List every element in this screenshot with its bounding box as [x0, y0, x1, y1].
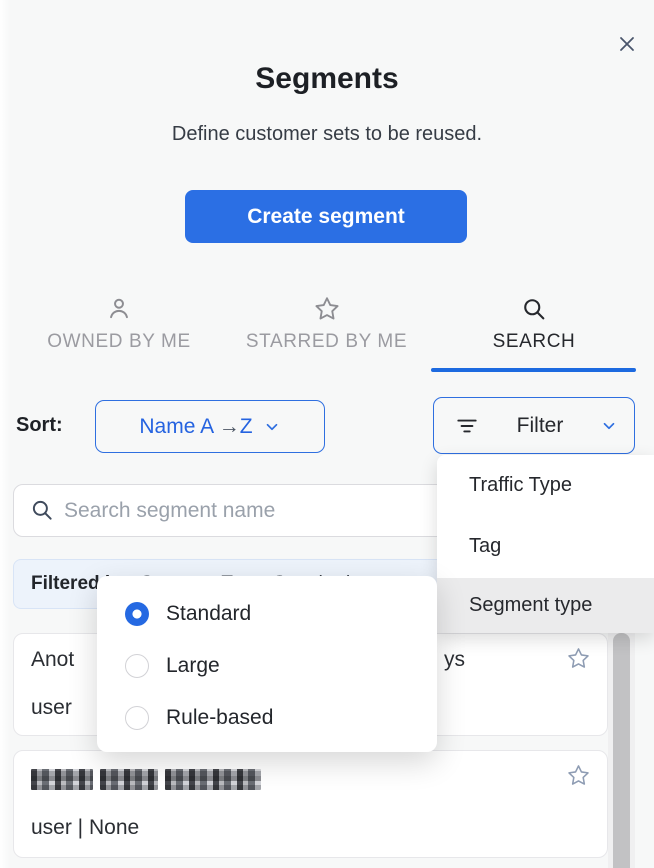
radio-option-standard[interactable]: Standard [97, 588, 437, 640]
active-tab-underline [431, 368, 636, 372]
tab-search[interactable]: SEARCH [433, 295, 635, 365]
person-icon [105, 295, 133, 323]
segment-title-fragment: ys [444, 648, 465, 672]
filter-lines-icon [454, 413, 480, 439]
segment-title-fragment: Anot [31, 648, 74, 672]
chevron-down-icon [600, 417, 618, 435]
menu-item-traffic-type[interactable]: Traffic Type [437, 455, 654, 515]
scrollbar-thumb[interactable] [613, 633, 630, 868]
radio-option-rule-based[interactable]: Rule-based [97, 692, 437, 744]
segment-subtitle: user [31, 696, 72, 720]
sort-value: Name A →Z [139, 415, 252, 439]
segment-type-popup: Standard Large Rule-based [97, 576, 437, 752]
filter-dropdown-menu: Traffic Type Tag Segment type [437, 455, 654, 633]
tab-owned-label: OWNED BY ME [47, 331, 191, 353]
segment-list-item[interactable]: user | None [13, 750, 608, 858]
star-icon[interactable] [566, 763, 591, 788]
radio-selected-icon [125, 602, 149, 626]
tab-starred-label: STARRED BY ME [246, 331, 407, 353]
close-icon [617, 34, 637, 54]
filter-dropdown-button[interactable]: Filter [433, 397, 635, 454]
radio-unselected-icon [125, 706, 149, 730]
radio-option-large[interactable]: Large [97, 640, 437, 692]
menu-item-tag[interactable]: Tag [437, 515, 654, 578]
segment-title-redacted [31, 769, 261, 790]
page-title: Segments [0, 62, 654, 96]
menu-item-segment-type[interactable]: Segment type [437, 578, 654, 633]
segment-subtitle: user | None [31, 816, 139, 840]
star-icon[interactable] [566, 646, 591, 671]
search-icon [520, 295, 548, 323]
sort-dropdown[interactable]: Name A →Z [95, 400, 325, 453]
sort-label: Sort: [16, 414, 63, 437]
close-button[interactable] [613, 30, 641, 58]
radio-unselected-icon [125, 654, 149, 678]
star-icon [313, 295, 341, 323]
create-segment-button[interactable]: Create segment [185, 190, 467, 243]
filter-label: Filter [480, 414, 600, 438]
search-icon [29, 497, 55, 523]
tab-search-label: SEARCH [493, 331, 576, 353]
chevron-down-icon [263, 418, 281, 436]
segments-drawer: Segments Define customer sets to be reus… [0, 0, 654, 868]
page-subtitle: Define customer sets to be reused. [0, 123, 654, 146]
tab-starred-by-me[interactable]: STARRED BY ME [228, 295, 425, 365]
tab-owned-by-me[interactable]: OWNED BY ME [20, 295, 218, 365]
